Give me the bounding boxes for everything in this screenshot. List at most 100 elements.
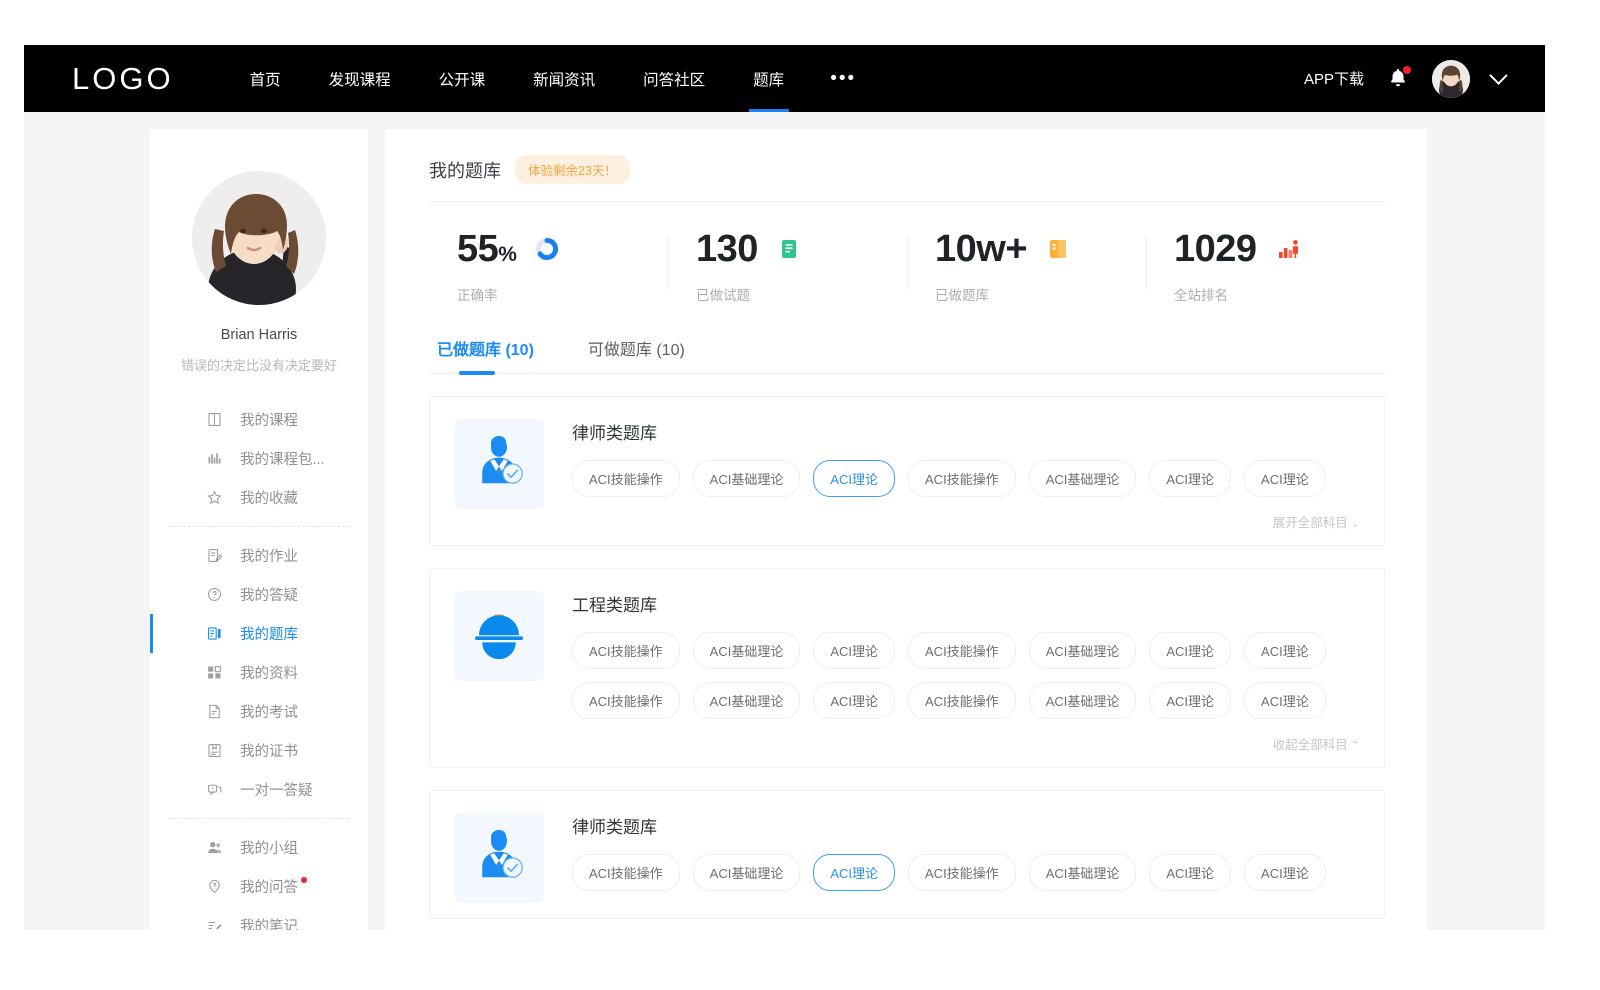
card-body: 律师类题库 ACI技能操作 ACI基础理论 ACI理论 ACI技能操作 ACI基础理论 AC… (572, 419, 1360, 531)
trial-badge[interactable]: 体验剩余23天！ (515, 155, 630, 184)
expand-subjects-label: 展开全部科目 (1273, 516, 1348, 530)
one-on-one-icon (206, 781, 223, 798)
subject-tag[interactable]: ACI基础理论 (1029, 854, 1137, 891)
main-content: 我的题库 体验剩余23天！ 55%正确率 130 已做试题 10w+ 已做题库 1029 全… (385, 129, 1427, 930)
stat-label: 已做题库 (935, 284, 1146, 304)
sidebar-item-1[interactable]: 我的课程包... (150, 439, 368, 478)
stat-card-2: 10w+ 已做题库 (907, 230, 1146, 304)
sidebar-item-9[interactable]: 我的证书 (150, 731, 368, 770)
subject-tag[interactable]: ACI理论 (813, 632, 895, 669)
stat-number: 10w+ (935, 228, 1027, 270)
app-download-link[interactable]: APP下载 (1304, 68, 1364, 89)
subject-tag[interactable]: ACI理论 (813, 460, 895, 497)
subject-tag[interactable]: ACI基础理论 (693, 460, 801, 497)
subject-tag[interactable]: ACI技能操作 (572, 854, 680, 891)
more-nav-icon[interactable]: ••• (808, 45, 878, 112)
subject-tag[interactable]: ACI理论 (1244, 682, 1326, 719)
stat-number: 1029 (1174, 228, 1257, 270)
main-header: 我的题库 体验剩余23天！ (429, 155, 1385, 202)
notification-bell-icon[interactable] (1386, 66, 1410, 92)
subject-tag[interactable]: ACI理论 (1244, 632, 1326, 669)
subject-tag[interactable]: ACI技能操作 (908, 632, 1016, 669)
subject-tag[interactable]: ACI理论 (1244, 854, 1326, 891)
sidebar-item-6[interactable]: 我的题库 (150, 614, 368, 653)
tab-0[interactable]: 已做题库 (10) (437, 336, 534, 373)
package-icon (206, 450, 223, 467)
sidebar-item-7[interactable]: 我的资料 (150, 653, 368, 692)
subject-tag[interactable]: ACI基础理论 (1029, 632, 1137, 669)
nav-link-3[interactable]: 新闻资讯 (509, 45, 619, 112)
expand-subjects-link[interactable]: 收起全部科目⌃ (572, 732, 1360, 753)
sidebar-item-8[interactable]: 我的考试 (150, 692, 368, 731)
subject-tag[interactable]: ACI基础理论 (1029, 682, 1137, 719)
question-bank-card[interactable]: 律师类题库ACI技能操作ACI基础理论ACI理论ACI技能操作ACI基础理论AC… (429, 790, 1385, 919)
expand-subjects-link[interactable]: 展开全部科目⌄ (572, 510, 1360, 531)
main-nav: 首页发现课程公开课新闻资讯问答社区题库 (226, 45, 809, 112)
unread-dot (301, 877, 307, 883)
subject-tag[interactable]: ACI技能操作 (908, 682, 1016, 719)
stat-card-0: 55%正确率 (429, 230, 668, 304)
question-circle-icon (206, 586, 223, 603)
stat-value: 130 (696, 230, 758, 268)
subject-tag[interactable]: ACI基础理论 (1029, 460, 1137, 497)
nav-link-4[interactable]: 问答社区 (619, 45, 729, 112)
stat-unit: % (498, 243, 516, 266)
subject-tag[interactable]: ACI基础理论 (693, 682, 801, 719)
sidebar-item-12[interactable]: 我的小组 (150, 828, 368, 867)
card-title: 工程类题库 (572, 591, 1360, 616)
sidebar-item-4[interactable]: 我的作业 (150, 536, 368, 575)
green-book-icon (776, 236, 800, 262)
stat-number: 130 (696, 228, 758, 270)
subject-tag[interactable]: ACI理论 (1244, 460, 1326, 497)
nav-right-group: APP下载 (1304, 60, 1505, 98)
sidebar-item-label: 我的资料 (240, 662, 298, 683)
book-icon (206, 411, 223, 428)
subject-tag[interactable]: ACI理论 (1149, 460, 1231, 497)
nav-link-2[interactable]: 公开课 (415, 45, 510, 112)
site-logo[interactable]: LOGO (72, 63, 174, 94)
nav-link-1[interactable]: 发现课程 (305, 45, 415, 112)
subject-tag[interactable]: ACI基础理论 (693, 854, 801, 891)
nav-link-0[interactable]: 首页 (226, 45, 305, 112)
subject-tag[interactable]: ACI技能操作 (572, 632, 680, 669)
sidebar-item-5[interactable]: 我的答疑 (150, 575, 368, 614)
subject-tag[interactable]: ACI理论 (1149, 682, 1231, 719)
nav-link-5[interactable]: 题库 (729, 45, 808, 112)
profile-avatar (192, 171, 326, 305)
sidebar-item-label: 一对一答疑 (240, 779, 313, 800)
subject-tag[interactable]: ACI技能操作 (572, 682, 680, 719)
user-avatar[interactable] (1432, 60, 1470, 98)
card-title: 律师类题库 (572, 419, 1360, 444)
sidebar-item-14[interactable]: 我的笔记 (150, 906, 368, 930)
subject-tag[interactable]: ACI技能操作 (572, 460, 680, 497)
subject-tag[interactable]: ACI基础理论 (693, 632, 801, 669)
stat-label: 已做试题 (696, 284, 907, 304)
materials-icon (206, 664, 223, 681)
question-bank-card[interactable]: 律师类题库 ACI技能操作 ACI基础理论 ACI理论 ACI技能操作 ACI基础理论 AC… (429, 396, 1385, 546)
subject-tag[interactable]: ACI技能操作 (908, 460, 1016, 497)
sidebar-item-label: 我的收藏 (240, 487, 298, 508)
sidebar-item-label: 我的笔记 (240, 915, 298, 930)
sidebar-item-2[interactable]: 我的收藏 (150, 478, 368, 517)
card-body: 律师类题库ACI技能操作ACI基础理论ACI理论ACI技能操作ACI基础理论AC… (572, 813, 1360, 904)
stat-card-3: 1029 全站排名 (1146, 230, 1385, 304)
sidebar-item-0[interactable]: 我的课程 (150, 400, 368, 439)
question-bank-card[interactable]: 工程类题库ACI技能操作ACI基础理论ACI理论ACI技能操作ACI基础理论AC… (429, 568, 1385, 768)
subject-tag[interactable]: ACI理论 (1149, 632, 1231, 669)
sidebar-item-10[interactable]: 一对一答疑 (150, 770, 368, 809)
chevron-down-icon[interactable] (1489, 66, 1507, 84)
tabs-bar: 已做题库 (10) 可做题库 (10) (429, 310, 1385, 374)
sidebar-item-label: 我的证书 (240, 740, 298, 761)
subject-tag[interactable]: ACI理论 (1149, 854, 1231, 891)
subject-tag[interactable]: ACI技能操作 (908, 854, 1016, 891)
subject-tag[interactable]: ACI理论 (813, 854, 895, 891)
tab-1[interactable]: 可做题库 (10) (588, 336, 685, 373)
sidebar-item-13[interactable]: 我的问答 (150, 867, 368, 906)
question-bank-icon (206, 625, 223, 642)
sidebar-item-label: 我的考试 (240, 701, 298, 722)
stat-label: 全站排名 (1174, 284, 1385, 304)
profile-motto: 错误的决定比没有决定要好 (150, 355, 368, 374)
sidebar-item-label: 我的问答 (240, 876, 298, 897)
tag-row: ACI技能操作 ACI基础理论 ACI理论 ACI技能操作 ACI基础理论 ACI理论 AC… (572, 682, 1360, 719)
subject-tag[interactable]: ACI理论 (813, 682, 895, 719)
